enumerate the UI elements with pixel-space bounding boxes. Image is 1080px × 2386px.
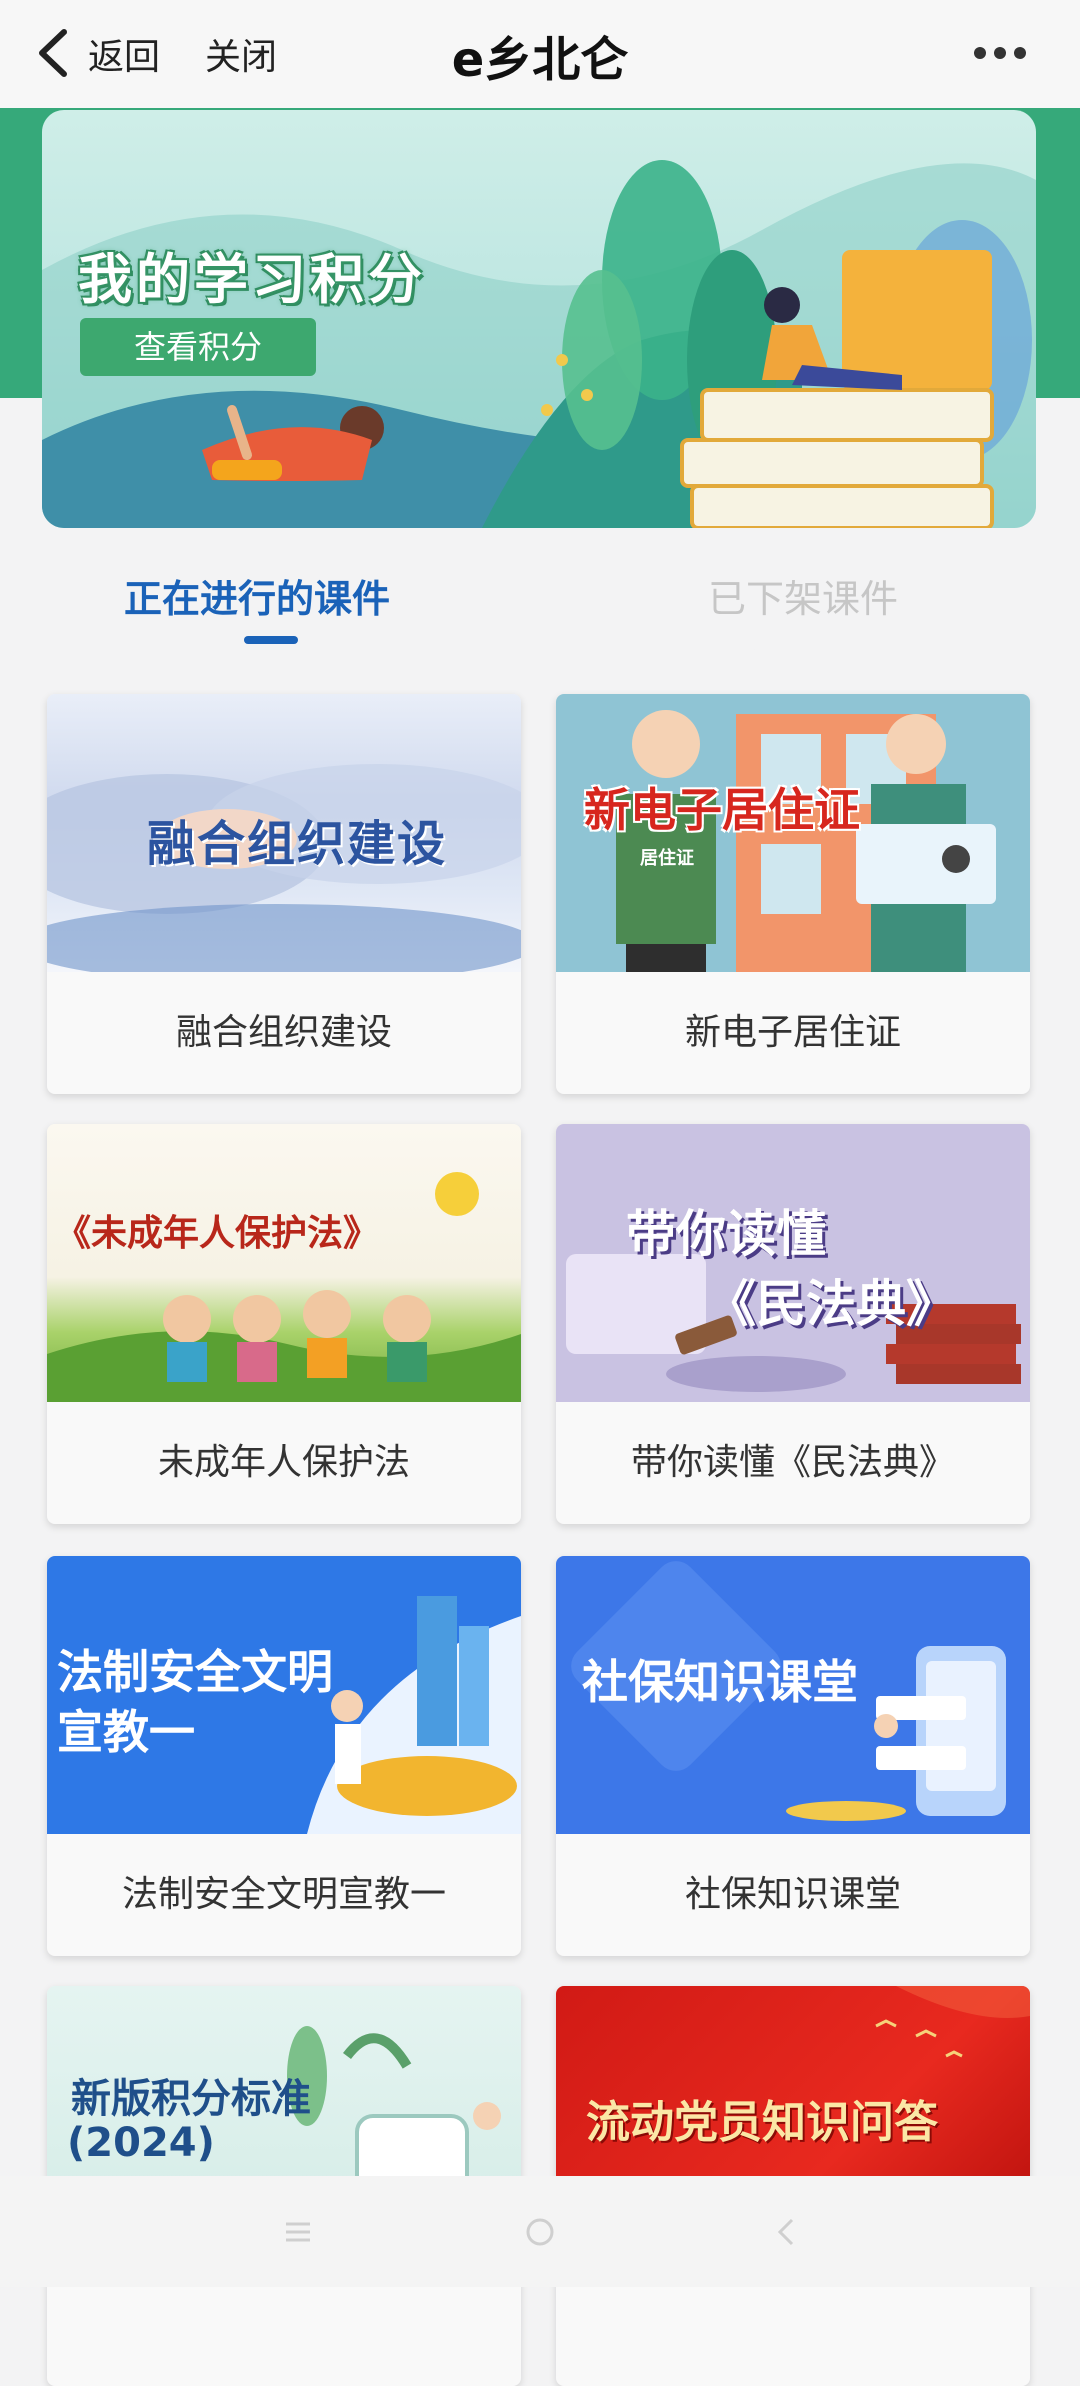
system-nav-bar xyxy=(0,2176,1080,2287)
course-thumbnail: 带你读懂 《民法典》 xyxy=(556,1124,1030,1402)
thumbnail-text-line2: 宣教一 xyxy=(57,1705,195,1759)
close-button[interactable]: 关闭 xyxy=(205,28,277,80)
course-card[interactable]: 法制安全文明 宣教一 法制安全文明宣教一 xyxy=(47,1556,521,1956)
course-card[interactable]: 《未成年人保护法》 未成年人保护法 xyxy=(47,1124,521,1524)
course-card[interactable]: 融合组织建设 融合组织建设 xyxy=(47,694,521,1094)
course-thumbnail: 法制安全文明 宣教一 xyxy=(47,1556,521,1834)
course-title: 法制安全文明宣教一 xyxy=(121,1874,446,1915)
thumbnail-text-line1: 带你读懂 xyxy=(626,1205,826,1263)
course-thumbnail: 《未成年人保护法》 xyxy=(47,1124,521,1402)
course-card[interactable]: 社保知识课堂 社保知识课堂 xyxy=(556,1556,1030,1956)
course-title: 未成年人保护法 xyxy=(157,1442,410,1483)
back-button[interactable]: 返回 xyxy=(88,28,160,80)
thumbnail-text: 社保知识课堂 xyxy=(582,1655,858,1709)
back-icon[interactable] xyxy=(34,26,74,80)
menu-icon[interactable] xyxy=(278,2212,318,2252)
course-title: 带你读懂《民法典》 xyxy=(630,1442,955,1483)
home-icon[interactable] xyxy=(520,2212,560,2252)
thumbnail-text: 新电子居住证 xyxy=(584,783,860,837)
points-banner[interactable]: 我的学习积分 查看积分 xyxy=(42,110,1036,528)
thumbnail-text-line1: 新版积分标准 xyxy=(71,2076,311,2122)
more-icon[interactable] xyxy=(970,38,1030,68)
active-tab-indicator xyxy=(244,636,298,644)
thumbnail-text: 《未成年人保护法》 xyxy=(55,1213,380,1254)
thumbnail-text-line2: 《民法典》 xyxy=(706,1275,956,1333)
thumbnail-text-line1: 法制安全文明 xyxy=(57,1645,333,1699)
banner-title: 我的学习积分 xyxy=(78,248,426,311)
course-thumbnail: 融合组织建设 xyxy=(47,694,521,972)
thumbnail-badge: 居住证 xyxy=(640,848,694,869)
tab-removed[interactable]: 已下架课件 xyxy=(708,568,898,623)
view-points-button[interactable]: 查看积分 xyxy=(80,318,316,376)
thumbnail-text: 流动党员知识问答 xyxy=(586,2097,938,2148)
course-title: 新电子居住证 xyxy=(684,1012,901,1053)
course-title: 社保知识课堂 xyxy=(684,1874,901,1915)
tab-ongoing[interactable]: 正在进行的课件 xyxy=(124,568,390,623)
thumbnail-text: 融合组织建设 xyxy=(147,816,448,872)
course-thumbnail: 新电子居住证 居住证 xyxy=(556,694,1030,972)
top-bar: 返回 关闭 e乡北仑 xyxy=(0,0,1080,108)
course-title: 融合组织建设 xyxy=(175,1012,392,1053)
course-thumbnail: 社保知识课堂 xyxy=(556,1556,1030,1834)
course-card[interactable]: 带你读懂 《民法典》 带你读懂《民法典》 xyxy=(556,1124,1030,1524)
nav-back-icon[interactable] xyxy=(766,2212,806,2252)
course-card[interactable]: 新电子居住证 居住证 新电子居住证 xyxy=(556,694,1030,1094)
page-title: e乡北仑 xyxy=(451,32,629,88)
thumbnail-text-line2: (2024) xyxy=(67,2120,215,2166)
